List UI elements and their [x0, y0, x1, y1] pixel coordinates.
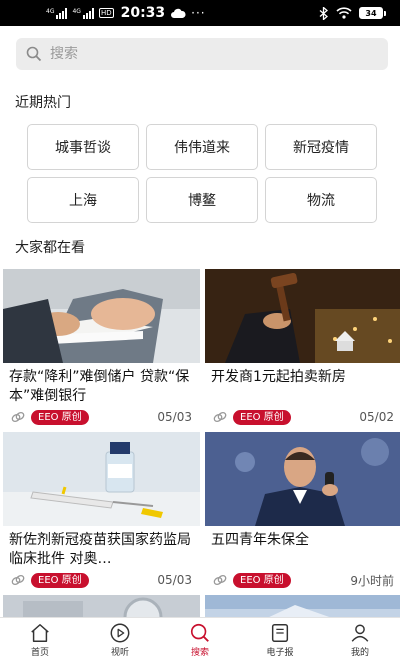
- link-icon: [213, 411, 227, 423]
- article-title: 开发商1元起拍卖新房: [211, 369, 346, 385]
- search-input[interactable]: [50, 46, 350, 62]
- article-date: 9小时前: [350, 573, 394, 588]
- search-bar: [0, 26, 400, 84]
- article-image: [3, 595, 200, 619]
- article-meta: EEO 原创 05/02: [213, 409, 394, 425]
- article-meta: EEO 原创 9小时前: [213, 572, 394, 588]
- article-card[interactable]: 新佐剂新冠疫苗获国家药监局临床批件 对奥… EEO 原创 05/03: [3, 432, 200, 588]
- source-badge: EEO 原创: [233, 572, 291, 588]
- nav-search[interactable]: 搜索: [160, 618, 240, 661]
- feed-section-title: 大家都在看: [15, 240, 85, 256]
- search-icon: [26, 46, 42, 62]
- nav-epaper[interactable]: 电子报: [240, 618, 320, 661]
- article-meta: EEO 原创 05/03: [11, 572, 192, 588]
- search-icon: [190, 623, 209, 642]
- article-card[interactable]: [3, 595, 200, 619]
- play-icon: [110, 623, 130, 642]
- hot-section-title: 近期热门: [15, 95, 71, 111]
- signal-icon-2: 4G: [72, 7, 94, 19]
- article-date: 05/02: [359, 410, 394, 424]
- article-title: 新佐剂新冠疫苗获国家药监局临床批件 对奥…: [9, 532, 191, 567]
- newspaper-icon: [271, 623, 289, 642]
- link-icon: [213, 574, 227, 586]
- article-card[interactable]: [205, 595, 400, 619]
- nav-media[interactable]: 视听: [80, 618, 160, 661]
- bottom-nav: 首页 视听 搜索 电子报 我的: [0, 617, 400, 661]
- article-date: 05/03: [157, 573, 192, 587]
- article-card[interactable]: 开发商1元起拍卖新房 EEO 原创 05/02: [205, 269, 400, 425]
- source-badge: EEO 原创: [31, 409, 89, 425]
- article-title: 存款“降利”难倒储户 贷款“保本”难倒银行: [9, 369, 190, 404]
- article-card[interactable]: 五四青年朱保全 EEO 原创 9小时前: [205, 432, 400, 588]
- cloud-icon: [171, 8, 186, 18]
- source-badge: EEO 原创: [31, 572, 89, 588]
- signal-icon: 4G: [46, 7, 68, 19]
- hot-tag[interactable]: 新冠疫情: [265, 124, 377, 170]
- user-icon: [351, 623, 369, 642]
- article-meta: EEO 原创 05/03: [11, 409, 192, 425]
- hot-tag[interactable]: 物流: [265, 177, 377, 223]
- article-image: [3, 269, 200, 363]
- hd-voice-icon: HD: [98, 8, 114, 18]
- search-box[interactable]: [16, 38, 388, 70]
- more-notifications-icon: ···: [191, 6, 206, 20]
- article-image: [205, 432, 400, 526]
- nav-profile[interactable]: 我的: [320, 618, 400, 661]
- nav-home[interactable]: 首页: [0, 618, 80, 661]
- article-date: 05/03: [157, 410, 192, 424]
- hot-tag[interactable]: 城事哲谈: [27, 124, 139, 170]
- status-bar: 4G 4G HD 20:33 ··· 34: [0, 0, 400, 26]
- article-title: 五四青年朱保全: [211, 532, 309, 548]
- app-screen: 4G 4G HD 20:33 ··· 34 搜索 近期热门 城事哲谈 伟伟道来 …: [0, 0, 400, 661]
- hot-tag[interactable]: 伟伟道来: [146, 124, 258, 170]
- bluetooth-icon: [319, 6, 328, 20]
- article-image: [205, 595, 400, 619]
- clock: 20:33: [120, 5, 166, 21]
- hot-tag[interactable]: 博鳌: [146, 177, 258, 223]
- article-card[interactable]: 存款“降利”难倒储户 贷款“保本”难倒银行 EEO 原创 05/03: [3, 269, 200, 425]
- hot-tags: 城事哲谈 伟伟道来 新冠疫情 上海 博鳌 物流: [27, 124, 379, 223]
- source-badge: EEO 原创: [233, 409, 291, 425]
- hot-tag[interactable]: 上海: [27, 177, 139, 223]
- wifi-icon: [336, 7, 352, 19]
- home-icon: [31, 623, 49, 642]
- battery-icon: 34: [359, 7, 386, 19]
- article-image: [205, 269, 400, 363]
- link-icon: [11, 411, 25, 423]
- link-icon: [11, 574, 25, 586]
- article-image: [3, 432, 200, 526]
